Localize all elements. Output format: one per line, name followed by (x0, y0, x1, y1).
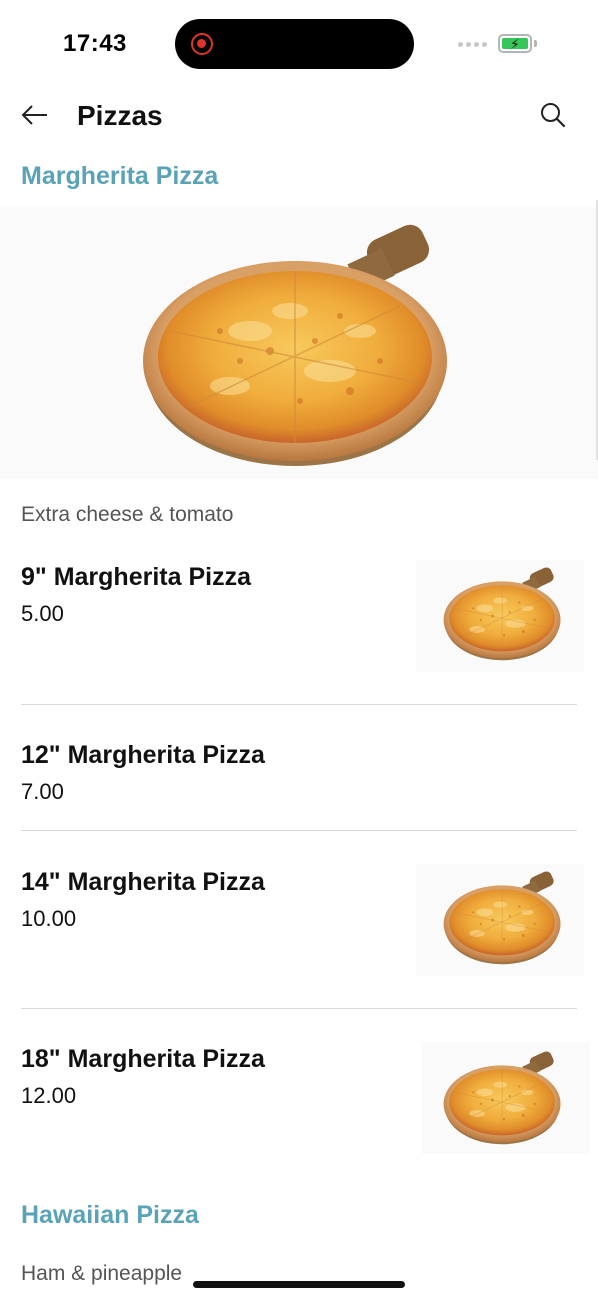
item-price: 7.00 (21, 779, 64, 804)
section-hero-image (0, 207, 598, 479)
pizza-thumbnail-image (442, 1050, 566, 1150)
search-button[interactable] (538, 100, 568, 130)
pizza-hero-image (140, 221, 460, 481)
item-thumbnail (422, 1042, 590, 1154)
arrow-left-icon (21, 105, 47, 125)
item-thumbnail (416, 560, 584, 672)
divider (21, 704, 577, 705)
divider (21, 1008, 577, 1009)
pizza-thumbnail-image (442, 870, 566, 970)
item-name: 18" Margherita Pizza (21, 1045, 265, 1073)
pizza-thumbnail-image (442, 566, 566, 666)
item-name: 12" Margherita Pizza (21, 741, 265, 769)
back-button[interactable] (18, 98, 52, 132)
section-description: Ham & pineapple (21, 1262, 183, 1285)
signal-icon (458, 42, 487, 47)
section-description: Extra cheese & tomato (21, 503, 234, 526)
app-header: Pizzas (0, 90, 598, 148)
page-title: Pizzas (77, 100, 163, 131)
battery-cap (534, 40, 537, 47)
status-time: 17:43 (63, 30, 127, 57)
item-price: 5.00 (21, 601, 64, 626)
search-icon (541, 103, 566, 128)
item-thumbnail (416, 864, 584, 976)
charging-bolt-icon: ⚡ (510, 36, 520, 52)
recording-dot-icon (191, 33, 213, 55)
dynamic-island (175, 19, 414, 69)
home-indicator[interactable] (193, 1281, 405, 1288)
section-title-margherita[interactable]: Margherita Pizza (21, 162, 218, 191)
status-bar: 17:43 ⚡ (0, 0, 598, 90)
section-title-hawaiian[interactable]: Hawaiian Pizza (21, 1201, 199, 1230)
battery-icon: ⚡ (498, 34, 532, 53)
item-price: 10.00 (21, 906, 77, 931)
item-name: 9" Margherita Pizza (21, 563, 251, 591)
item-name: 14" Margherita Pizza (21, 868, 265, 896)
divider (21, 830, 577, 831)
item-price: 12.00 (21, 1083, 77, 1108)
